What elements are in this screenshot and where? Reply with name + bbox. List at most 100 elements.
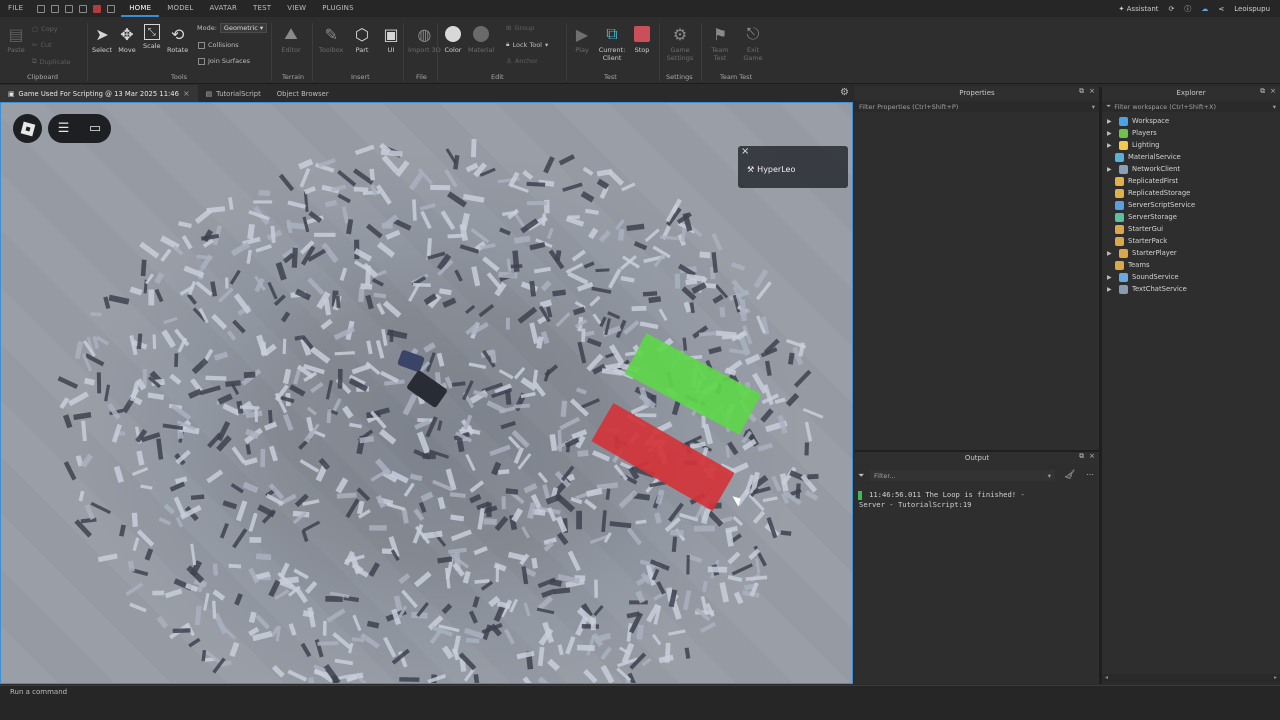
ui-button[interactable]: ▣ UI bbox=[381, 24, 401, 55]
close-icon[interactable]: × bbox=[183, 89, 190, 98]
save-icon[interactable] bbox=[51, 4, 60, 13]
collisions-checkbox[interactable] bbox=[198, 41, 205, 49]
user-name[interactable]: Leoispupu bbox=[1234, 5, 1270, 13]
explorer-item[interactable]: ▶ Workspace bbox=[1103, 115, 1278, 127]
explorer-item[interactable]: ▶ Players bbox=[1103, 127, 1278, 139]
terrain-editor-button[interactable]: ⛰ Editor bbox=[281, 24, 301, 54]
explorer-item[interactable]: MaterialService bbox=[1103, 151, 1278, 163]
stop-button[interactable]: Stop bbox=[632, 24, 652, 54]
current-client-button[interactable]: ⧉ Current: Client bbox=[596, 24, 628, 62]
expand-arrow-icon[interactable]: ▶ bbox=[1107, 250, 1116, 257]
command-input[interactable]: Run a command bbox=[10, 688, 67, 696]
assistant-button[interactable]: ✦ Assistant bbox=[1119, 5, 1159, 13]
explorer-scrollbar[interactable]: ◂ ▸ bbox=[1102, 674, 1280, 683]
redo-icon[interactable] bbox=[65, 4, 74, 13]
menu-file[interactable]: FILE bbox=[0, 0, 31, 17]
output-message-source[interactable]: Server - TutorialScript:19 bbox=[859, 500, 972, 509]
chevron-down-icon[interactable]: ▾ bbox=[1092, 103, 1095, 111]
expand-arrow-icon[interactable]: ▶ bbox=[1107, 118, 1116, 125]
team-test-button[interactable]: ⚑ Team Test bbox=[707, 24, 733, 63]
material-button[interactable]: Material bbox=[468, 24, 494, 54]
menu-avatar[interactable]: AVATAR bbox=[202, 0, 246, 17]
close-icon[interactable]: × bbox=[1270, 87, 1276, 96]
close-icon[interactable]: × bbox=[1089, 452, 1095, 461]
explorer-item[interactable]: ▶ TextChatService bbox=[1103, 283, 1278, 295]
help-icon[interactable]: ⓘ bbox=[1184, 4, 1191, 14]
undock-icon[interactable]: ⧉ bbox=[1079, 452, 1084, 461]
explorer-item[interactable]: ▶ NetworkClient bbox=[1103, 163, 1278, 175]
explorer-filter[interactable]: ⏷ Filter workspace (Ctrl+Shift+X) ▾ bbox=[1102, 101, 1280, 112]
part-button[interactable]: ⬡ Part bbox=[352, 24, 372, 55]
undock-icon[interactable]: ⧉ bbox=[1079, 87, 1084, 96]
explorer-item[interactable]: ReplicatedFirst bbox=[1103, 175, 1278, 187]
color-button[interactable]: Color bbox=[443, 24, 463, 54]
join-surfaces-toggle[interactable]: Join Surfaces bbox=[198, 57, 250, 65]
scale-tool-button[interactable]: ⤡ Scale bbox=[143, 24, 161, 50]
exit-game-button[interactable]: ⎋ Exit Game bbox=[740, 24, 766, 62]
duplicate-button[interactable]: ⧉ Duplicate bbox=[32, 57, 71, 66]
expand-arrow-icon[interactable]: ▶ bbox=[1107, 274, 1116, 281]
explorer-item[interactable]: StarterGui bbox=[1103, 223, 1278, 235]
command-bar[interactable]: Run a command bbox=[0, 685, 1280, 697]
menu-test[interactable]: TEST bbox=[245, 0, 279, 17]
expand-arrow-icon[interactable]: ▶ bbox=[1107, 142, 1116, 149]
undo-icon[interactable] bbox=[107, 4, 116, 13]
filter-icon[interactable]: ⏷ bbox=[858, 471, 864, 481]
game-viewport[interactable]: ☰ ▭ × ⚒ HyperLeo bbox=[0, 102, 853, 684]
play-button[interactable]: ▶ Play bbox=[572, 24, 592, 55]
tab-game[interactable]: ▣ Game Used For Scripting @ 13 Mar 2025 … bbox=[0, 85, 198, 102]
clear-output-icon[interactable]: 🧹︎ bbox=[1064, 470, 1075, 480]
close-icon[interactable]: × bbox=[1089, 87, 1095, 96]
menu-home[interactable]: HOME bbox=[121, 0, 160, 17]
menu-model[interactable]: MODEL bbox=[159, 0, 201, 17]
paste-button[interactable]: ▤ Paste bbox=[6, 24, 26, 55]
scroll-right-icon[interactable]: ▸ bbox=[1274, 674, 1277, 681]
player-entry[interactable]: ⚒ HyperLeo bbox=[747, 165, 795, 174]
collisions-toggle[interactable]: Collisions bbox=[198, 41, 239, 49]
expand-arrow-icon[interactable]: ▶ bbox=[1107, 130, 1116, 137]
chevron-down-icon[interactable]: ▾ bbox=[1048, 472, 1051, 480]
expand-arrow-icon[interactable]: ▶ bbox=[1107, 286, 1116, 293]
mode-selector[interactable]: Mode: Geometric ▾ bbox=[197, 23, 268, 33]
share-icon[interactable]: ⋖ bbox=[1218, 5, 1224, 13]
roblox-logo-icon[interactable] bbox=[13, 114, 42, 143]
explorer-item[interactable]: ServerScriptService bbox=[1103, 199, 1278, 211]
play-icon[interactable] bbox=[79, 4, 88, 13]
refresh-icon[interactable]: ⟳ bbox=[1169, 5, 1175, 13]
copy-button[interactable]: ▢ Copy bbox=[32, 25, 58, 33]
explorer-item[interactable]: ▶ StarterPlayer bbox=[1103, 247, 1278, 259]
import-3d-button[interactable]: ◍ Import 3D bbox=[408, 24, 441, 55]
anchor-button[interactable]: ⚓︎ Anchor bbox=[506, 57, 538, 65]
explorer-item[interactable]: ▶ SoundService bbox=[1103, 271, 1278, 283]
menu-view[interactable]: VIEW bbox=[279, 0, 314, 17]
explorer-item[interactable]: ReplicatedStorage bbox=[1103, 187, 1278, 199]
group-button[interactable]: ⊞ Group bbox=[506, 24, 534, 32]
undock-icon[interactable]: ⧉ bbox=[1260, 87, 1265, 96]
explorer-item[interactable]: StarterPack bbox=[1103, 235, 1278, 247]
scroll-left-icon[interactable]: ◂ bbox=[1105, 674, 1108, 681]
explorer-item[interactable]: ServerStorage bbox=[1103, 211, 1278, 223]
toolbox-button[interactable]: ✎ Toolbox bbox=[319, 24, 343, 55]
more-options-icon[interactable]: ⋯ bbox=[1086, 470, 1094, 479]
chat-icon[interactable]: ▭ bbox=[89, 121, 101, 136]
menu-plugins[interactable]: PLUGINS bbox=[314, 0, 361, 17]
tab-object-browser[interactable]: Object Browser bbox=[269, 85, 337, 102]
lock-tool-button[interactable]: 🔒︎ Lock Tool ▾ bbox=[506, 40, 548, 49]
cloud-icon[interactable]: ☁ bbox=[1201, 5, 1208, 13]
stop-icon[interactable] bbox=[93, 4, 102, 13]
explorer-item[interactable]: Teams bbox=[1103, 259, 1278, 271]
properties-filter[interactable]: Filter Properties (Ctrl+Shift+P) ▾ bbox=[855, 101, 1099, 112]
close-icon[interactable]: × bbox=[741, 146, 749, 157]
explorer-item[interactable]: ▶ Lighting bbox=[1103, 139, 1278, 151]
rotate-tool-button[interactable]: ⟲ Rotate bbox=[167, 24, 188, 55]
tab-tutorial-script[interactable]: ▤ TutorialScript bbox=[198, 85, 269, 102]
select-tool-button[interactable]: ➤ Select bbox=[92, 24, 112, 55]
mode-dropdown[interactable]: Geometric ▾ bbox=[219, 23, 268, 33]
move-tool-button[interactable]: ✥ Move bbox=[117, 24, 137, 55]
output-filter[interactable]: Filter... ▾ bbox=[870, 470, 1055, 481]
chevron-down-icon[interactable]: ▾ bbox=[1273, 103, 1276, 111]
gear-icon[interactable]: ⚙ bbox=[840, 87, 849, 98]
new-file-icon[interactable] bbox=[37, 4, 46, 13]
expand-arrow-icon[interactable]: ▶ bbox=[1107, 166, 1116, 173]
join-surfaces-checkbox[interactable] bbox=[198, 57, 205, 65]
